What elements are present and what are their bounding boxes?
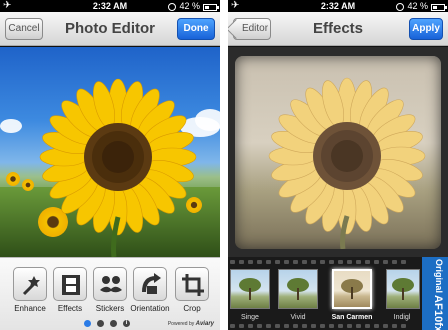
crop-label: Crop — [183, 304, 201, 313]
orientation-tool[interactable]: Orientation — [130, 267, 170, 313]
af-pack-label[interactable]: AF — [432, 295, 444, 310]
nav-bar: Cancel Photo Editor Done — [0, 12, 220, 46]
page-dot[interactable] — [110, 320, 117, 327]
powered-by-label: Powered by Aviary — [167, 321, 214, 327]
battery-percent: 42 % — [179, 1, 200, 11]
crop-tool[interactable]: Crop — [174, 267, 210, 313]
mustache-glasses-icon — [100, 276, 122, 293]
effect-label: San Carmen — [331, 314, 373, 321]
effect-thumb-vivid[interactable] — [278, 269, 318, 309]
status-bar: ✈ 2:32 AM 42 % — [0, 0, 220, 12]
effect-preview-area — [228, 47, 448, 257]
effect-label: Vivid — [290, 314, 306, 321]
page-dot[interactable] — [97, 320, 104, 327]
apply-button[interactable]: Apply — [409, 18, 443, 40]
done-button[interactable]: Done — [177, 18, 215, 40]
effect-packs-panel[interactable]: Original AF 10fx — [422, 257, 448, 330]
effects-filmstrip[interactable]: Singe Vivid San Carmen Indigl — [228, 257, 448, 330]
effect-label: Indigl — [393, 314, 411, 321]
battery-icon — [203, 3, 219, 11]
rotation-lock-icon — [168, 3, 177, 11]
effect-label: Singe — [241, 314, 259, 321]
sunflower-image — [39, 78, 197, 257]
page-indicator[interactable]: i — [84, 320, 130, 327]
tool-bar: Enhance Effects Stickers Orientation Cro… — [0, 257, 220, 330]
stickers-tool[interactable]: Stickers — [92, 267, 128, 313]
effect-preview-image[interactable] — [235, 56, 441, 249]
wand-sparkle-icon — [22, 276, 40, 296]
nav-bar: Editor Effects Apply — [228, 12, 448, 46]
effect-thumb-san-carmen[interactable] — [332, 269, 372, 309]
photo-canvas[interactable] — [0, 47, 220, 257]
page-dot[interactable] — [84, 320, 91, 327]
rotation-lock-icon — [396, 3, 405, 11]
effect-thumb-indigl[interactable] — [386, 269, 420, 309]
film-strip-icon — [62, 275, 80, 295]
photo-editor-screen: ✈ 2:32 AM 42 % Cancel Photo Editor Done — [0, 0, 220, 330]
status-bar: ✈ 2:32 AM 42 % — [228, 0, 448, 12]
effects-tool[interactable]: Effects — [52, 267, 88, 313]
battery-percent: 42 % — [407, 1, 428, 11]
effects-screen: ✈ 2:32 AM 42 % Editor Effects Apply Sing… — [228, 0, 448, 330]
battery-icon — [431, 3, 447, 11]
rotate-arrow-icon — [142, 273, 161, 294]
effect-thumb-singe[interactable] — [230, 269, 270, 309]
info-icon[interactable]: i — [123, 320, 130, 327]
sunflower-image — [268, 77, 426, 249]
original-pack-label[interactable]: Original — [434, 259, 444, 293]
crop-icon — [182, 274, 204, 296]
10fx-pack-label[interactable]: 10fx — [432, 310, 444, 330]
enhance-tool[interactable]: Enhance — [12, 267, 48, 313]
